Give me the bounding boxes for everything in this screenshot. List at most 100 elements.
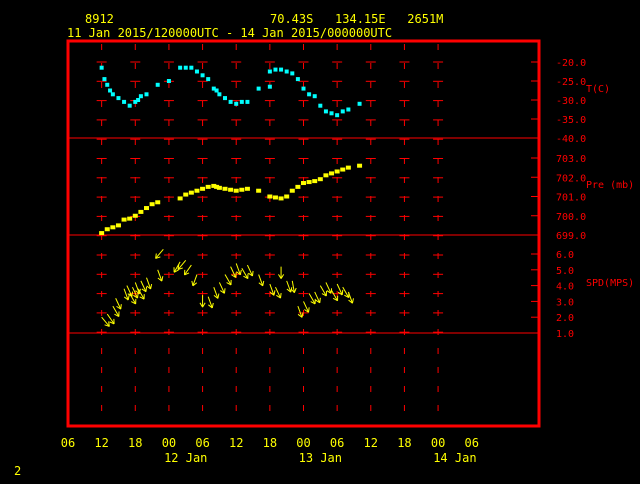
pressure-point [223, 187, 228, 191]
wind-arrow [231, 267, 237, 278]
temperature-point [102, 77, 106, 81]
wind-arrow [219, 282, 225, 293]
wind-arrow-head [309, 307, 310, 312]
page-number: 2 [14, 464, 21, 478]
station-id: 8912 [85, 12, 114, 26]
wind-arrow-head [342, 290, 343, 295]
temperature-point [257, 87, 261, 91]
temperature-point [215, 89, 219, 93]
temperature-point [279, 68, 283, 72]
temperature-point [330, 111, 334, 115]
temperature-axis-label: T(C) [586, 84, 610, 95]
temperature-point [201, 73, 205, 77]
temperature-point [285, 70, 289, 74]
wind-arrow [275, 287, 281, 298]
wind-arrow [127, 286, 133, 297]
pressure-point [256, 189, 261, 193]
temperature-point [358, 102, 362, 106]
temperature-point [346, 108, 350, 112]
wind-arrow [200, 295, 205, 307]
pressure-point [234, 189, 239, 193]
x-tick-label: 00 [162, 436, 176, 450]
wind-arrow-head [218, 294, 219, 299]
wind_speed-axis-label: SPD(MPS) [586, 278, 634, 289]
temperature-point [206, 77, 210, 81]
wind-arrow-head [263, 281, 264, 286]
pressure-point [357, 164, 362, 168]
pressure-point [194, 189, 199, 193]
temperature-point [122, 100, 126, 104]
temperature-point [223, 96, 227, 100]
temperature-point [245, 100, 249, 104]
pressure-point [239, 188, 244, 192]
temperature-point [302, 87, 306, 91]
wind-arrow [298, 306, 303, 317]
x-date-label: 14 Jan [433, 451, 476, 465]
meteogram: 8912 70.43S 134.15E 2651M 11 Jan 2015/12… [0, 0, 640, 480]
temperature-point [108, 89, 112, 93]
pressure-point [200, 187, 205, 191]
pressure-point [273, 195, 278, 199]
wind_speed-tick-label: 1.0 [556, 329, 574, 340]
temperature-tick-label: -20.0 [556, 58, 586, 69]
pressure-tick-label: 702.0 [556, 173, 586, 184]
pressure-point [217, 186, 222, 190]
temperature-point [313, 94, 317, 98]
temperature-tick-label: -30.0 [556, 96, 586, 107]
wind-arrow [309, 294, 315, 304]
pressure-point [267, 195, 272, 199]
wind-arrow [278, 267, 283, 279]
pressure-point [284, 195, 289, 199]
pressure-point [105, 227, 110, 231]
pressure-point [138, 210, 143, 214]
station-location: 70.43S 134.15E 2651M [270, 12, 443, 26]
pressure-point [329, 171, 334, 175]
time-range: 11 Jan 2015/120000UTC - 14 Jan 2015/0000… [67, 26, 392, 40]
pressure-point [307, 180, 312, 184]
pressure-point [183, 193, 188, 197]
temperature-point [318, 104, 322, 108]
temperature-point [335, 113, 339, 117]
temperature-point [184, 66, 188, 70]
wind-arrow [304, 301, 310, 312]
wind-arrow [343, 287, 349, 297]
pressure-point [279, 196, 284, 200]
pressure-point [122, 218, 127, 222]
pressure-point [116, 223, 121, 227]
temperature-point [229, 100, 233, 104]
pressure-point [290, 189, 295, 193]
pressure-tick-label: 701.0 [556, 193, 586, 204]
pressure-point [323, 173, 328, 177]
pressure-tick-label: 700.0 [556, 212, 586, 223]
temperature-point [178, 66, 182, 70]
wind_speed-tick-label: 5.0 [556, 266, 574, 277]
temperature-point [273, 68, 277, 72]
wind-arrow [147, 278, 152, 289]
wind-arrow-head [121, 304, 122, 309]
pressure-tick-label: 703.0 [556, 154, 586, 165]
temperature-point [307, 92, 311, 96]
wind-arrow-head [151, 284, 152, 289]
x-tick-label: 18 [263, 436, 277, 450]
x-tick-label: 06 [330, 436, 344, 450]
temperature-point [296, 77, 300, 81]
x-tick-label: 06 [195, 436, 209, 450]
pressure-point [178, 196, 183, 200]
pressure-point [99, 231, 104, 235]
wind_speed-tick-label: 4.0 [556, 282, 574, 293]
wind-arrow [214, 287, 219, 298]
wind-arrow [178, 260, 186, 269]
pressure-point [318, 177, 323, 181]
x-tick-label: 12 [364, 436, 378, 450]
temperature-point [136, 98, 140, 102]
temperature-tick-label: -25.0 [556, 77, 586, 88]
temperature-point [240, 100, 244, 104]
x-date-label: 13 Jan [299, 451, 342, 465]
pressure-point [245, 187, 250, 191]
wind_speed-tick-label: 2.0 [556, 313, 574, 324]
wind-arrow [141, 281, 147, 292]
wind_speed-tick-label: 3.0 [556, 297, 574, 308]
pressure-point [110, 225, 115, 229]
wind-arrow-head [132, 292, 133, 297]
wind-arrow-head [252, 271, 253, 276]
